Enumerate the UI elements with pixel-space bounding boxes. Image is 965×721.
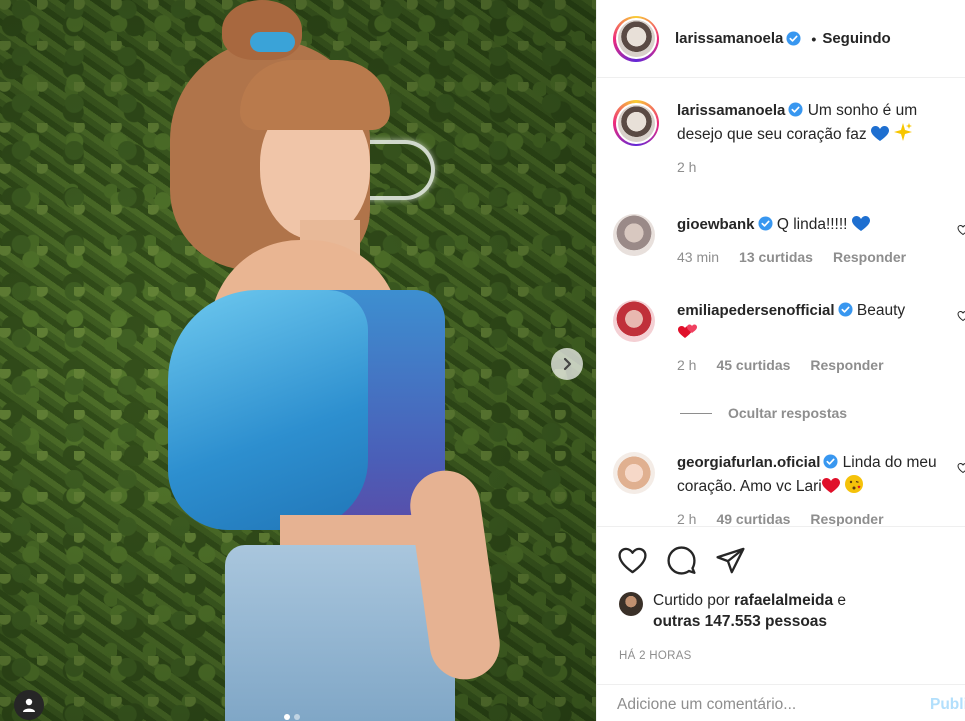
caption-author-avatar[interactable]: [613, 100, 659, 146]
person-bangs: [240, 60, 390, 130]
post-header: larissamanoela • Seguindo: [597, 0, 965, 78]
user-tags-button[interactable]: [14, 690, 44, 720]
verified-icon: [788, 102, 803, 117]
comment-likes[interactable]: 13 curtidas: [739, 246, 813, 268]
liked-by-prefix: Curtido por: [653, 592, 730, 609]
author-username[interactable]: larissamanoela: [675, 30, 783, 47]
follow-separator: •: [811, 30, 817, 47]
author-avatar-image: [617, 20, 655, 57]
comment-username[interactable]: georgiafurlan.oficial: [677, 454, 820, 471]
comment-likes[interactable]: 49 curtidas: [716, 508, 790, 526]
comment-username[interactable]: emiliapedersenofficial: [677, 302, 835, 319]
reply-button[interactable]: Responder: [810, 354, 883, 376]
hide-replies-label: Ocultar respostas: [728, 405, 848, 421]
person-puff-sleeve: [168, 290, 368, 530]
heart-icon[interactable]: [957, 224, 965, 236]
liker-avatar[interactable]: [619, 592, 643, 616]
reply-button[interactable]: Responder: [810, 508, 883, 526]
comments-list[interactable]: larissamanoela Um sonho é um desejo que …: [597, 78, 965, 526]
heart-icon[interactable]: [957, 462, 965, 474]
comment-item: emiliapedersenofficial Beauty 2 h 45 cur…: [613, 300, 965, 376]
verified-icon: [786, 31, 801, 46]
sparkles-icon: [894, 123, 913, 141]
caption-username[interactable]: larissamanoela: [677, 102, 785, 119]
heart-icon[interactable]: [957, 310, 965, 322]
caption-avatar-image: [617, 104, 655, 142]
comment-icon[interactable]: [666, 545, 697, 576]
comment-username[interactable]: gioewbank: [677, 216, 755, 233]
liked-by: Curtido por rafaelalmeida e outras 147.5…: [597, 576, 965, 632]
post-photo[interactable]: [0, 0, 596, 721]
blue-heart-icon: [870, 126, 889, 141]
chevron-right-icon: [563, 357, 572, 371]
reply-button[interactable]: Responder: [833, 246, 906, 268]
comment-text: Beauty: [856, 302, 906, 319]
post-caption: larissamanoela Um sonho é um desejo que …: [613, 100, 953, 178]
liker-username[interactable]: rafaelalmeida: [734, 592, 833, 609]
carousel-next-button[interactable]: [551, 348, 583, 380]
post-side-panel: larissamanoela • Seguindo larissamanoela…: [596, 0, 965, 721]
carousel-indicator: [284, 714, 300, 720]
commenter-avatar[interactable]: [613, 214, 655, 256]
comment-text: Q linda!!!!!: [776, 216, 848, 233]
verified-icon: [757, 216, 773, 231]
commenter-avatar[interactable]: [613, 300, 655, 342]
action-bar: [597, 527, 965, 576]
user-tag-icon: [23, 698, 35, 712]
comment-time[interactable]: 2 h: [677, 354, 696, 376]
publish-button[interactable]: Publicar: [930, 692, 965, 714]
post-timestamp[interactable]: HÁ 2 HORAS: [597, 632, 965, 662]
person-scrunchie: [250, 32, 295, 52]
post-actions-area: Curtido por rafaelalmeida e outras 147.5…: [597, 526, 965, 662]
comment-time[interactable]: 43 min: [677, 246, 719, 268]
author-avatar[interactable]: [613, 15, 659, 62]
share-icon[interactable]: [715, 545, 746, 576]
comment-item: gioewbank Q linda!!!!! 43 min 13 curtida…: [613, 214, 965, 268]
hide-replies-button[interactable]: Ocultar respostas: [680, 405, 847, 421]
kissing-face-icon: [845, 475, 864, 493]
comment-time[interactable]: 2 h: [677, 508, 696, 526]
likes-count-link[interactable]: outras 147.553 pessoas: [653, 613, 827, 630]
carousel-dot: [284, 714, 290, 720]
heart-icon[interactable]: [617, 545, 648, 576]
comment-likes[interactable]: 45 curtidas: [716, 354, 790, 376]
red-heart-icon: [821, 478, 840, 493]
liked-by-connector: e: [837, 592, 847, 609]
carousel-dot: [294, 714, 300, 720]
comment-item: georgiafurlan.oficial Linda do meu coraç…: [613, 452, 965, 526]
caption-time[interactable]: 2 h: [677, 156, 696, 178]
verified-icon: [823, 454, 838, 469]
commenter-avatar[interactable]: [613, 452, 655, 494]
hide-replies-line: [680, 412, 712, 414]
following-button[interactable]: Seguindo: [822, 30, 890, 47]
comment-input[interactable]: [617, 692, 930, 714]
add-comment-bar: Publicar: [597, 684, 965, 721]
blue-heart-icon: [851, 216, 870, 231]
two-hearts-icon: [678, 324, 697, 338]
verified-icon: [838, 302, 853, 317]
